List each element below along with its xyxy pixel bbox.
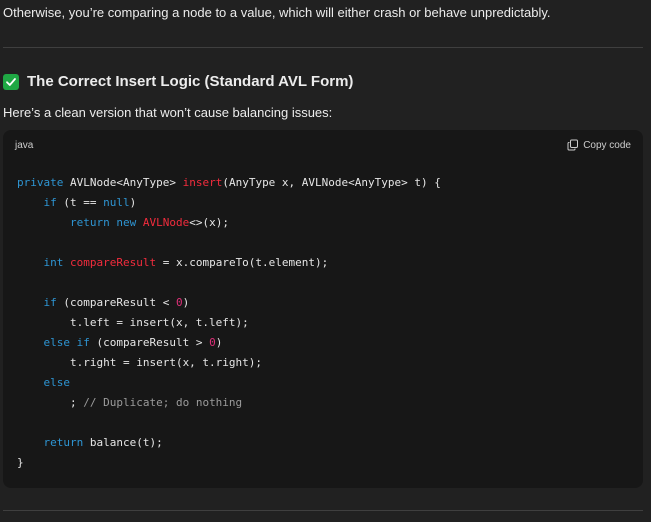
code-token: = x.compareTo(t.element); — [156, 256, 329, 269]
code-token: (compareResult < — [56, 296, 176, 309]
code-token: ) — [182, 296, 190, 309]
code-token: else — [43, 376, 71, 389]
divider — [3, 510, 643, 511]
code-token: return — [43, 436, 84, 449]
code-content: private AVLNode<AnyType> insert(AnyType … — [3, 160, 643, 473]
code-token: 0 — [209, 336, 216, 349]
copy-code-label: Copy code — [583, 139, 631, 151]
code-header: java Copy code — [3, 130, 643, 160]
code-token: return — [69, 216, 110, 229]
code-line: ; // Duplicate; do nothing — [17, 393, 643, 413]
code-line: if (compareResult < 0) — [17, 293, 643, 313]
code-line: else if (compareResult > 0) — [17, 333, 643, 353]
divider — [3, 47, 643, 48]
intro-paragraph: Otherwise, you’re comparing a node to a … — [3, 5, 551, 20]
code-token: if — [76, 336, 90, 349]
code-token: t.left = insert(x, t.left); — [17, 316, 249, 329]
code-line: } — [17, 453, 643, 473]
code-block: java Copy code private AVLNode<AnyType> … — [3, 130, 643, 488]
code-token: // Duplicate; do nothing — [83, 396, 243, 409]
code-token: t.right = insert(x, t.right); — [17, 356, 263, 369]
code-line: int compareResult = x.compareTo(t.elemen… — [17, 253, 643, 273]
code-line: else — [17, 373, 643, 393]
code-token: } — [17, 456, 24, 469]
copy-icon — [567, 139, 579, 151]
code-token: null — [103, 196, 130, 209]
code-token: AVLNode — [142, 216, 190, 229]
copy-code-button[interactable]: Copy code — [567, 139, 631, 151]
code-token: <>(x); — [189, 216, 229, 229]
check-mark-icon — [3, 73, 19, 90]
code-token: ; — [17, 396, 84, 409]
code-line: private AVLNode<AnyType> insert(AnyType … — [17, 173, 643, 193]
code-token: if — [43, 196, 57, 209]
code-token: if — [43, 296, 57, 309]
heading-text: The Correct Insert Logic (Standard AVL F… — [27, 73, 354, 90]
code-token: (compareResult > — [89, 336, 210, 349]
code-token: AVLNode<AnyType> — [63, 176, 183, 189]
code-line: ​ — [17, 273, 643, 293]
code-token: (AnyType x, AVLNode<AnyType> t) { — [222, 176, 441, 189]
code-token: 0 — [175, 296, 183, 309]
code-line: t.left = insert(x, t.left); — [17, 313, 643, 333]
code-token: else — [43, 336, 71, 349]
code-token: private — [17, 176, 64, 189]
description-paragraph: Here’s a clean version that won’t cause … — [3, 105, 333, 120]
code-language-label: java — [15, 139, 34, 151]
section-heading: The Correct Insert Logic (Standard AVL F… — [3, 73, 353, 90]
code-token: int — [43, 256, 64, 269]
code-line: ​ — [17, 413, 643, 433]
code-line: t.right = insert(x, t.right); — [17, 353, 643, 373]
code-token: ) — [129, 196, 137, 209]
code-line: return new AVLNode<>(x); — [17, 213, 643, 233]
code-line: ​ — [17, 233, 643, 253]
code-token: ) — [215, 336, 223, 349]
code-line: return balance(t); — [17, 433, 643, 453]
code-line: if (t == null) — [17, 193, 643, 213]
code-token: new — [116, 216, 137, 229]
code-token: (t == — [56, 196, 104, 209]
code-token: balance(t); — [83, 436, 163, 449]
code-token: insert — [182, 176, 223, 189]
code-token: compareResult — [70, 256, 157, 269]
